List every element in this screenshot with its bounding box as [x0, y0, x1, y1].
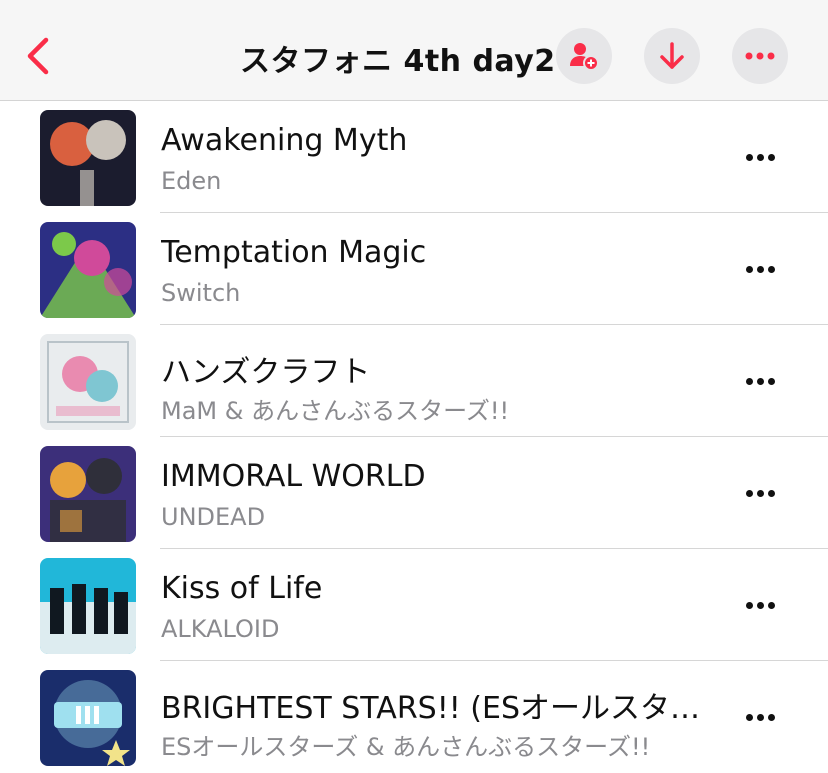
- page-title: スタフォニ 4th day2: [240, 44, 556, 79]
- album-artwork: [40, 110, 136, 206]
- song-more-button[interactable]: [740, 481, 780, 505]
- ellipsis-icon: [745, 52, 775, 60]
- song-artist: UNDEAD: [161, 503, 266, 531]
- song-artist: ESオールスターズ & あんさんぶるスターズ!!: [161, 733, 651, 761]
- song-title: IMMORAL WORLD: [161, 459, 426, 494]
- album-artwork: [40, 334, 136, 430]
- song-artist: MaM & あんさんぶるスターズ!!: [161, 397, 510, 425]
- song-row[interactable]: Kiss of Life ALKALOID: [0, 549, 828, 661]
- song-title: Kiss of Life: [161, 571, 323, 606]
- song-row[interactable]: Awakening Myth Eden: [0, 101, 828, 213]
- song-more-button[interactable]: [740, 705, 780, 729]
- back-button[interactable]: [20, 34, 56, 78]
- song-artist: Eden: [161, 167, 222, 195]
- more-options-button[interactable]: [732, 28, 788, 84]
- song-more-button[interactable]: [740, 257, 780, 281]
- song-more-button[interactable]: [740, 369, 780, 393]
- album-artwork: [40, 446, 136, 542]
- download-button[interactable]: [644, 28, 700, 84]
- add-user-icon: [570, 43, 599, 71]
- song-row[interactable]: IMMORAL WORLD UNDEAD: [0, 437, 828, 549]
- song-more-button[interactable]: [740, 145, 780, 169]
- song-list: Awakening Myth Eden Temptation Magic Swi…: [0, 101, 828, 773]
- song-title: BRIGHTEST STARS!! (ESオールスターズ ver.): [161, 691, 706, 726]
- song-title: Temptation Magic: [161, 235, 427, 270]
- navigation-bar: スタフォニ 4th day2: [0, 0, 828, 101]
- song-row[interactable]: ハンズクラフト MaM & あんさんぶるスターズ!!: [0, 325, 828, 437]
- song-artist: ALKALOID: [161, 615, 280, 643]
- chevron-left-icon: [27, 37, 49, 75]
- song-more-button[interactable]: [740, 593, 780, 617]
- album-artwork: [40, 670, 136, 766]
- album-artwork: [40, 222, 136, 318]
- song-row[interactable]: BRIGHTEST STARS!! (ESオールスターズ ver.) ESオール…: [0, 661, 828, 773]
- download-icon: [660, 42, 684, 69]
- add-friend-button[interactable]: [556, 28, 612, 84]
- song-artist: Switch: [161, 279, 241, 307]
- song-title: Awakening Myth: [161, 123, 408, 158]
- album-artwork: [40, 558, 136, 654]
- song-title: ハンズクラフト: [161, 355, 371, 390]
- song-row[interactable]: Temptation Magic Switch: [0, 213, 828, 325]
